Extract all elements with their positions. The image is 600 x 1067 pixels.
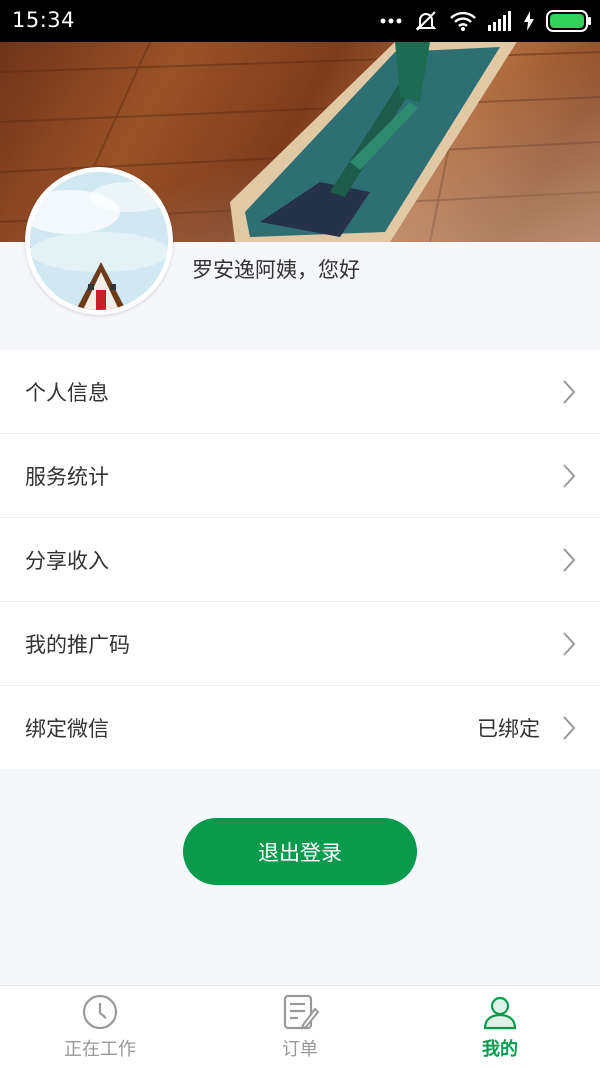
clock-icon <box>82 994 118 1030</box>
avatar[interactable] <box>25 167 173 315</box>
wifi-icon <box>450 11 476 31</box>
order-list-icon <box>283 994 319 1030</box>
menu-item-service-stats[interactable]: 服务统计 <box>0 434 600 518</box>
chevron-right-icon <box>563 631 576 656</box>
tab-orders[interactable]: 订单 <box>200 986 400 1067</box>
person-icon <box>483 996 517 1030</box>
mute-icon <box>415 11 437 31</box>
avatar-image <box>30 172 168 310</box>
battery-icon <box>546 10 591 32</box>
menu-item-share-income[interactable]: 分享收入 <box>0 518 600 602</box>
tab-working[interactable]: 正在工作 <box>0 986 200 1067</box>
bottom-tab-bar: 正在工作 订单 我的 <box>0 985 600 1067</box>
wechat-bind-status: 已绑定 <box>477 716 540 741</box>
signal-icon <box>488 11 511 31</box>
menu-item-personal-info[interactable]: 个人信息 <box>0 350 600 434</box>
greeting-text: 罗安逸阿姨，您好 <box>192 258 360 282</box>
logout-button[interactable]: 退出登录 <box>183 818 417 885</box>
menu-item-promo-code[interactable]: 我的推广码 <box>0 602 600 686</box>
tab-mine[interactable]: 我的 <box>400 986 600 1067</box>
menu-item-label: 个人信息 <box>25 380 109 405</box>
menu-item-bind-wechat[interactable]: 绑定微信 已绑定 <box>0 686 600 769</box>
tab-label: 我的 <box>482 1039 518 1060</box>
status-time: 15:34 <box>12 8 76 32</box>
chevron-right-icon <box>563 379 576 404</box>
menu-item-label: 绑定微信 <box>25 716 109 741</box>
chevron-right-icon <box>563 463 576 488</box>
status-bar: 15:34 <box>0 0 600 42</box>
menu-item-label: 我的推广码 <box>25 632 130 657</box>
status-icons <box>380 7 592 35</box>
tab-label: 订单 <box>282 1039 318 1060</box>
tab-label: 正在工作 <box>64 1039 136 1060</box>
charging-icon <box>524 11 534 31</box>
chevron-right-icon <box>563 715 576 740</box>
menu-item-label: 分享收入 <box>25 548 109 573</box>
chevron-right-icon <box>563 547 576 572</box>
menu-item-label: 服务统计 <box>25 464 109 489</box>
settings-menu: 个人信息 服务统计 分享收入 我的推广码 绑定微信 已绑定 <box>0 350 600 769</box>
more-dots-icon <box>380 18 402 24</box>
